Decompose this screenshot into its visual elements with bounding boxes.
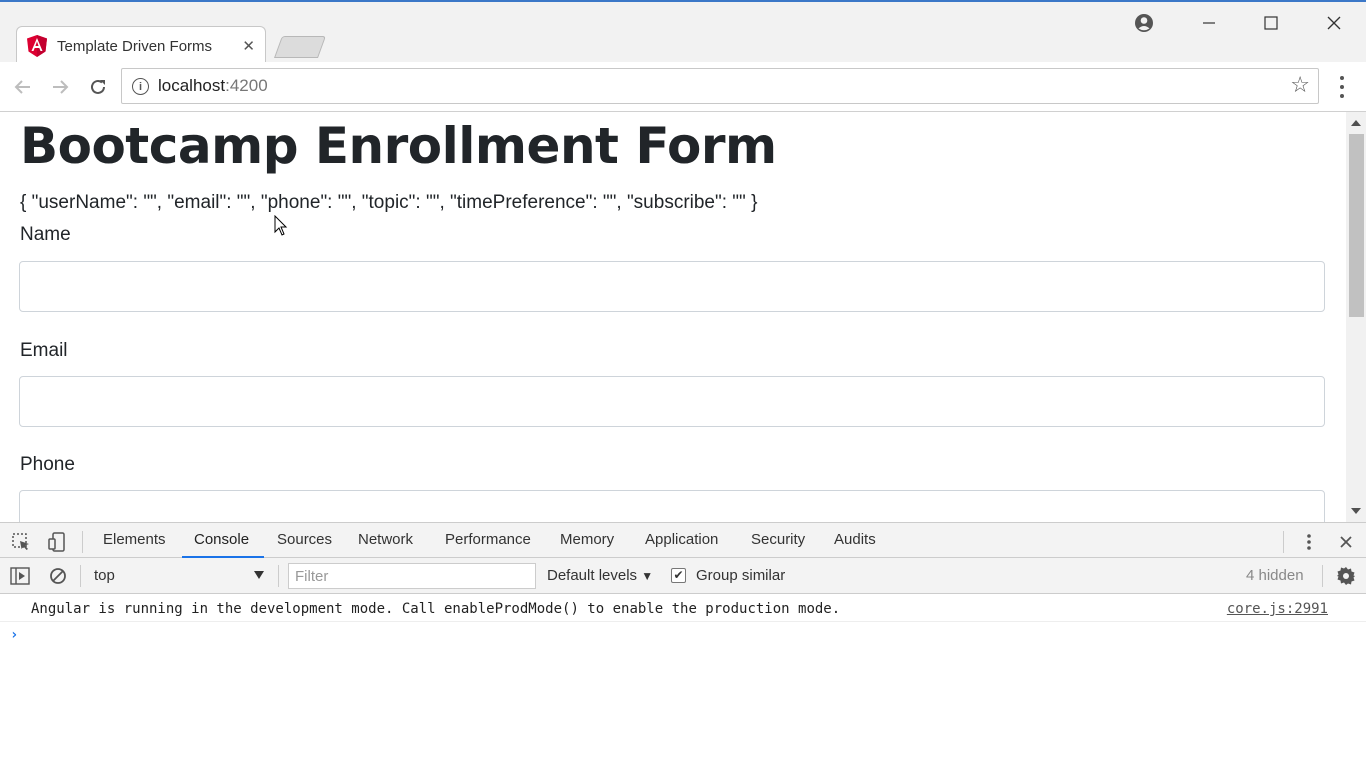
url-text: localhost:4200 — [158, 76, 268, 95]
divider — [80, 565, 81, 587]
console-toolbar: top Default levels ▼ ✔ Group similar 4 h… — [0, 558, 1366, 594]
group-similar-label: Group similar — [696, 567, 786, 584]
menu-icon[interactable] — [1334, 76, 1350, 98]
log-levels-dropdown[interactable]: Default levels ▼ — [547, 567, 653, 584]
maximize-icon[interactable] — [1251, 8, 1291, 38]
back-icon[interactable] — [10, 74, 36, 100]
context-select[interactable]: top — [86, 563, 272, 589]
group-similar-checkbox[interactable]: ✔ — [671, 568, 686, 583]
tab-security[interactable]: Security — [751, 531, 805, 548]
browser-tab[interactable]: Template Driven Forms ✕ — [16, 26, 266, 64]
tab-application[interactable]: Application — [645, 531, 718, 548]
name-input[interactable] — [19, 261, 1325, 312]
tab-network[interactable]: Network — [358, 531, 413, 548]
page-scrollbar[interactable] — [1346, 112, 1366, 522]
chevron-down-icon: ▼ — [641, 569, 654, 583]
tab-sources[interactable]: Sources — [277, 531, 332, 548]
email-input[interactable] — [19, 376, 1325, 427]
tab-close-icon[interactable]: ✕ — [242, 37, 255, 55]
console-prompt-icon[interactable]: › — [10, 627, 18, 643]
forward-icon[interactable] — [47, 74, 73, 100]
tab-memory[interactable]: Memory — [560, 531, 614, 548]
devtools-menu-icon[interactable] — [1298, 531, 1320, 553]
new-tab-button[interactable] — [273, 36, 327, 58]
scroll-thumb[interactable] — [1349, 134, 1364, 317]
page-title: Bootcamp Enrollment Form — [20, 117, 777, 175]
page-viewport: Bootcamp Enrollment Form { "userName": "… — [0, 112, 1366, 522]
phone-label: Phone — [20, 454, 75, 475]
star-icon[interactable]: ☆ — [1290, 73, 1310, 98]
browser-toolbar: i localhost:4200 ☆ — [0, 62, 1366, 112]
console-sidebar-icon[interactable] — [9, 565, 31, 587]
scroll-up-arrow-icon[interactable] — [1351, 120, 1361, 126]
devtools-panel: Elements Console Sources Network Perform… — [0, 522, 1366, 768]
divider — [82, 531, 83, 553]
phone-input[interactable] — [19, 490, 1325, 522]
console-filter-input[interactable] — [288, 563, 536, 589]
tab-audits[interactable]: Audits — [834, 531, 876, 548]
info-icon[interactable]: i — [132, 78, 149, 95]
email-label: Email — [20, 340, 68, 361]
console-output: Angular is running in the development mo… — [0, 594, 1366, 768]
hidden-messages-count: 4 hidden — [1246, 567, 1304, 584]
tab-title: Template Driven Forms — [57, 37, 213, 55]
mouse-cursor-icon — [274, 215, 288, 236]
divider — [1322, 565, 1323, 587]
minimize-icon[interactable] — [1189, 8, 1229, 38]
console-settings-gear-icon[interactable] — [1335, 565, 1357, 587]
devtools-tab-bar: Elements Console Sources Network Perform… — [0, 522, 1366, 558]
console-message: Angular is running in the development mo… — [0, 594, 1366, 622]
console-message-text: Angular is running in the development mo… — [31, 601, 841, 617]
form-model-json: { "userName": "", "email": "", "phone": … — [20, 192, 758, 213]
tab-console[interactable]: Console — [194, 531, 249, 548]
name-label: Name — [20, 224, 71, 245]
console-message-source-link[interactable]: core.js:2991 — [1227, 601, 1328, 617]
chevron-down-icon — [254, 571, 264, 579]
scroll-down-arrow-icon[interactable] — [1351, 508, 1361, 514]
log-levels-label: Default levels — [547, 567, 638, 584]
tab-performance[interactable]: Performance — [445, 531, 531, 548]
context-value: top — [94, 567, 115, 584]
inspect-element-icon[interactable] — [10, 531, 32, 553]
divider — [278, 565, 279, 587]
clear-console-icon[interactable] — [47, 565, 69, 587]
tab-elements[interactable]: Elements — [103, 531, 166, 548]
user-icon[interactable] — [1124, 8, 1164, 38]
address-bar[interactable]: i localhost:4200 ☆ — [121, 68, 1319, 104]
reload-icon[interactable] — [85, 74, 111, 100]
divider — [1283, 531, 1284, 553]
device-toolbar-icon[interactable] — [46, 531, 68, 553]
devtools-close-icon[interactable] — [1335, 531, 1357, 553]
angular-icon — [27, 35, 47, 57]
browser-title-bar: Template Driven Forms ✕ — [0, 0, 1366, 64]
close-icon[interactable] — [1314, 8, 1354, 38]
